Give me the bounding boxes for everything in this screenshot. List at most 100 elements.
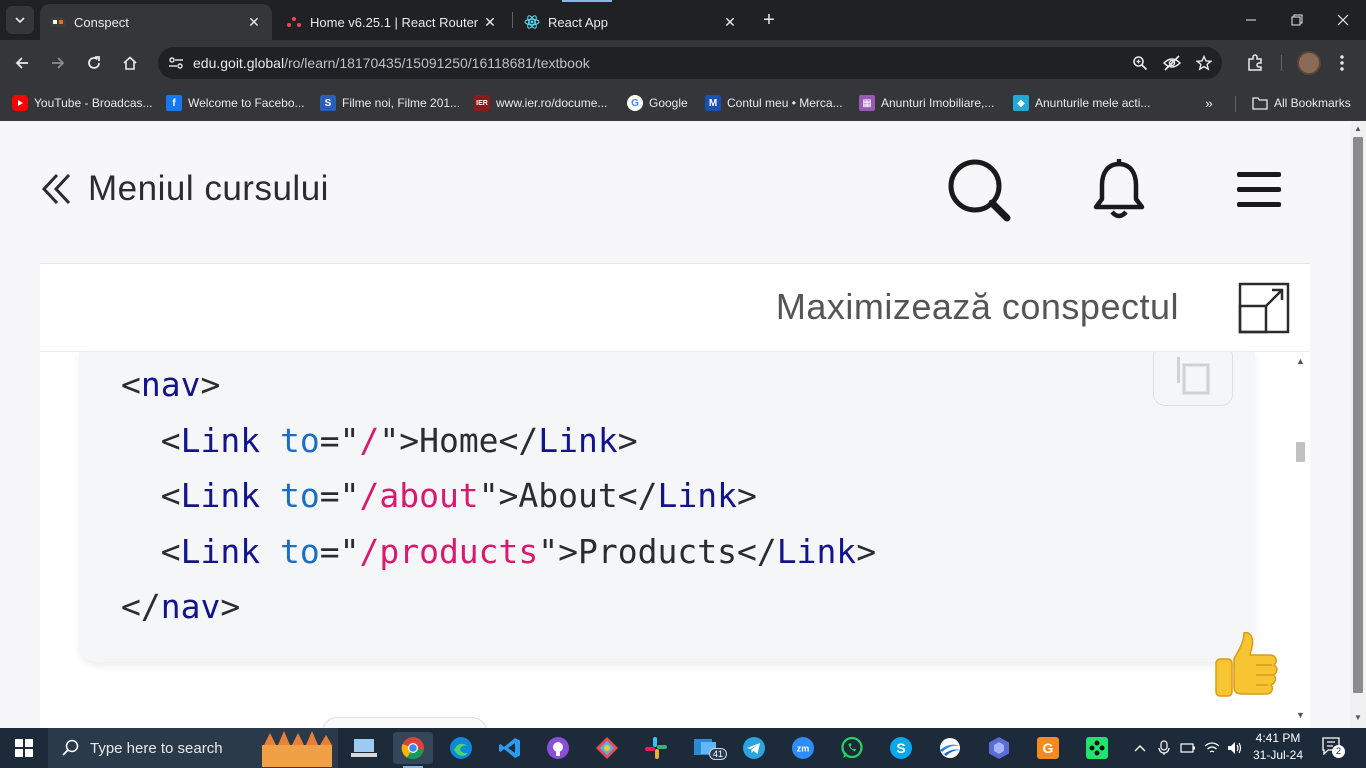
- taskbar-zoom[interactable]: zm: [783, 732, 823, 764]
- tab-title: Conspect: [74, 14, 129, 30]
- bookmark-olx[interactable]: ◆ Anunturile mele acti...: [1013, 93, 1150, 113]
- chevron-down-icon: [15, 17, 25, 24]
- bookmark-filme-noi[interactable]: S Filme noi, Filme 201...: [320, 93, 460, 113]
- taskbar-orange-app[interactable]: G: [1028, 732, 1068, 764]
- tray-wifi-icon[interactable]: [1203, 738, 1221, 758]
- taskbar-skype[interactable]: S: [881, 732, 921, 764]
- code-tag-token: Link: [538, 420, 618, 460]
- bookmark-youtube[interactable]: YouTube - Broadcas...: [12, 93, 153, 113]
- taskbar-clock[interactable]: 4:41 PM 31-Jul-24: [1248, 730, 1308, 764]
- scrollbar-thumb[interactable]: [1296, 442, 1305, 462]
- taskbar-sourcetree[interactable]: [587, 732, 627, 764]
- start-button[interactable]: [0, 728, 48, 768]
- notifications-button[interactable]: [1086, 157, 1152, 223]
- taskbar-vscode[interactable]: [490, 732, 530, 764]
- bookmark-google[interactable]: G Google: [627, 93, 688, 113]
- tab-conspect[interactable]: Conspect ✕: [40, 4, 272, 40]
- taskbar-github-desktop[interactable]: [538, 732, 578, 764]
- taskbar-whatsapp[interactable]: [832, 732, 872, 764]
- tab-title: React App: [548, 14, 608, 30]
- taskbar-search-placeholder: Type here to search: [90, 739, 223, 757]
- outlook-badge: 41: [709, 748, 728, 760]
- taskbar-slack[interactable]: [636, 732, 676, 764]
- code-attr-token: to: [279, 420, 320, 460]
- thumbs-up-icon[interactable]: [1212, 629, 1280, 701]
- bookmark-label: Contul meu • Merca...: [727, 96, 843, 110]
- eye-off-icon[interactable]: [1162, 53, 1182, 73]
- forward-button[interactable]: [44, 49, 72, 77]
- google-icon: G: [627, 95, 643, 111]
- new-tab-button[interactable]: +: [758, 9, 780, 31]
- taskbar-ie-app[interactable]: [930, 732, 970, 764]
- slack-icon: [645, 737, 667, 759]
- home-button[interactable]: [116, 49, 144, 77]
- tray-overflow-chevron-icon[interactable]: [1131, 738, 1149, 758]
- profile-avatar[interactable]: [1297, 51, 1321, 75]
- close-icon[interactable]: ✕: [482, 14, 498, 30]
- star-icon[interactable]: [1194, 53, 1214, 73]
- back-button[interactable]: [8, 49, 36, 77]
- svg-text:S: S: [896, 740, 905, 756]
- tray-volume-icon[interactable]: [1226, 738, 1244, 758]
- copy-code-button[interactable]: [1153, 352, 1233, 406]
- tab-react-router[interactable]: Home v6.25.1 | React Router ✕: [276, 4, 508, 40]
- search-button[interactable]: [946, 157, 1012, 223]
- tab-search-button[interactable]: [6, 6, 34, 34]
- more-menu-icon[interactable]: [1330, 51, 1354, 75]
- page-scrollbar-thumb[interactable]: [1353, 137, 1363, 693]
- close-window-button[interactable]: [1320, 0, 1366, 40]
- bookmark-imobiliare[interactable]: ▦ Anunturi Imobiliare,...: [859, 93, 994, 113]
- tray-meet-icon[interactable]: [1155, 738, 1173, 758]
- taskbar-file-explorer[interactable]: [344, 732, 384, 764]
- code-attr-token: to: [279, 531, 320, 571]
- all-bookmarks-button[interactable]: All Bookmarks: [1252, 93, 1351, 113]
- hamburger-menu-button[interactable]: [1226, 157, 1292, 223]
- minimize-button[interactable]: [1228, 0, 1274, 40]
- youtube-icon: [12, 95, 28, 111]
- taskbar-green-app[interactable]: [1077, 732, 1117, 764]
- url-text[interactable]: edu.goit.global/ro/learn/18170435/150912…: [193, 55, 590, 71]
- bookmark-facebook[interactable]: f Welcome to Facebo...: [166, 93, 305, 113]
- zoom-icon[interactable]: [1130, 53, 1150, 73]
- code-tag-token: Link: [180, 476, 261, 515]
- bookmark-mercado[interactable]: M Contul meu • Merca...: [705, 93, 843, 113]
- extensions-puzzle-icon[interactable]: [1243, 51, 1267, 75]
- restore-button[interactable]: [1274, 0, 1320, 40]
- page-scrollbar[interactable]: ▲ ▼: [1350, 121, 1366, 728]
- reload-button[interactable]: [80, 49, 108, 77]
- taskbar-outlook[interactable]: 41: [685, 732, 728, 764]
- search-highlight-image-icon: [262, 731, 332, 767]
- minimize-icon: [1246, 19, 1256, 21]
- scroll-up-arrow-icon[interactable]: ▲: [1353, 124, 1363, 133]
- skype-icon: S: [890, 737, 912, 759]
- close-icon[interactable]: ✕: [722, 14, 738, 30]
- taskbar-chrome[interactable]: [393, 732, 433, 768]
- mercado-icon: M: [705, 95, 721, 111]
- site-info-icon[interactable]: [166, 53, 186, 73]
- bookmarks-overflow-button[interactable]: »: [1205, 93, 1213, 113]
- next-section-pill[interactable]: [322, 717, 487, 728]
- maximize-label[interactable]: Maximizează conspectul: [776, 286, 1179, 328]
- course-menu-button[interactable]: Meniul cursului: [40, 157, 329, 221]
- tab-react-app[interactable]: React App ✕: [514, 4, 748, 40]
- taskbar-telegram[interactable]: [734, 732, 774, 764]
- scroll-up-arrow-icon[interactable]: ▲: [1296, 356, 1305, 366]
- taskbar-edge[interactable]: [441, 732, 481, 764]
- code-scrollbar[interactable]: ▲ ▼: [1292, 352, 1308, 722]
- bookmark-ier[interactable]: IER www.ier.ro/docume...: [474, 93, 607, 113]
- maximize-button[interactable]: [1238, 282, 1290, 334]
- svg-text:G: G: [1043, 740, 1054, 756]
- url-host: edu.goit.global: [193, 55, 285, 71]
- tray-battery-icon[interactable]: [1179, 738, 1197, 758]
- facebook-icon: f: [166, 95, 182, 111]
- code-line: <Link to="/">Home</Link>: [121, 413, 876, 469]
- scroll-down-arrow-icon[interactable]: ▼: [1296, 710, 1305, 720]
- notification-center-button[interactable]: 2: [1322, 737, 1348, 759]
- taskbar-copilot[interactable]: [979, 732, 1019, 764]
- taskbar-search-box[interactable]: Type here to search: [48, 728, 338, 768]
- goit-favicon-icon: [50, 14, 66, 30]
- address-bar[interactable]: edu.goit.global/ro/learn/18170435/150912…: [158, 47, 1222, 79]
- globe-swoosh-icon: [940, 738, 960, 758]
- scroll-down-arrow-icon[interactable]: ▼: [1353, 713, 1363, 722]
- close-icon[interactable]: ✕: [246, 14, 262, 30]
